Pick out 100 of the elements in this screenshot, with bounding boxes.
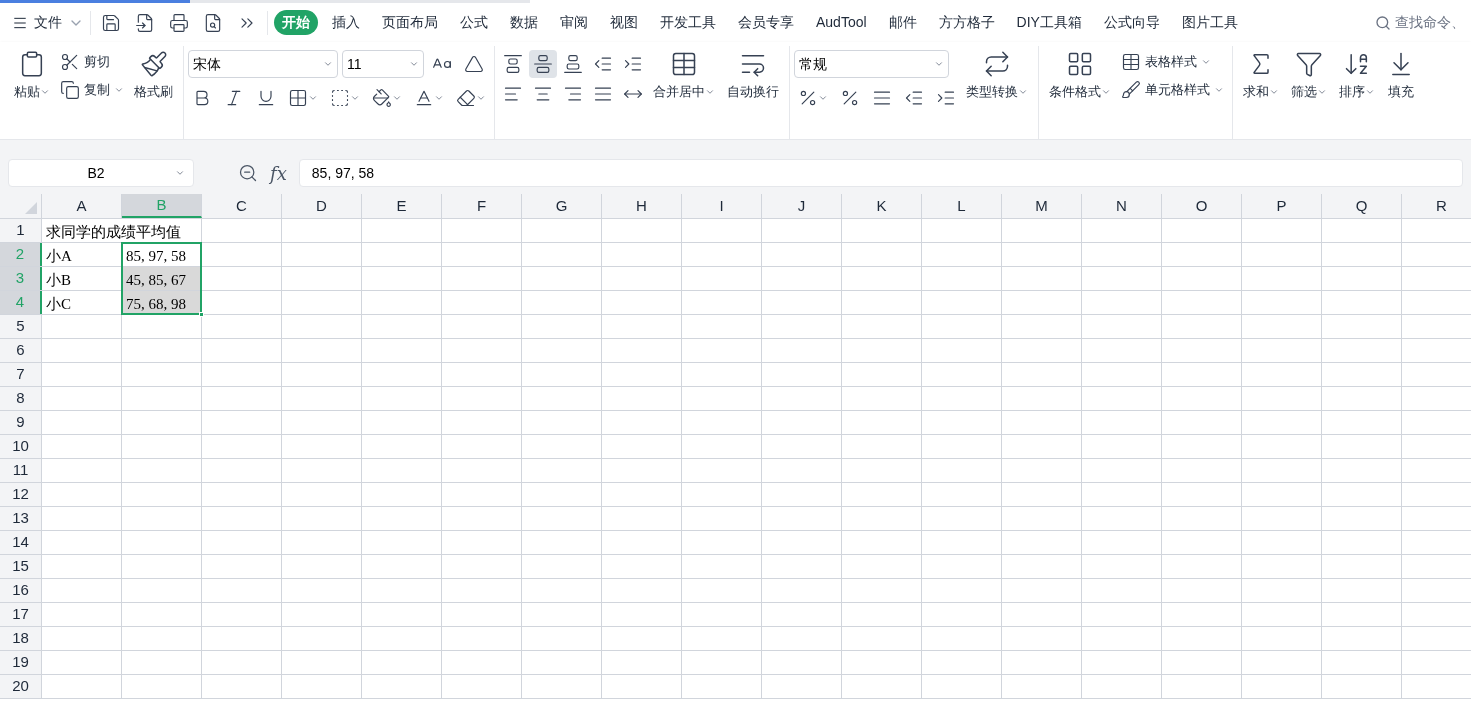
column-header[interactable]: F <box>442 194 522 218</box>
fill-color-icon <box>372 88 392 108</box>
cell-style-icon <box>1121 80 1141 100</box>
row-header[interactable]: 6 <box>0 339 42 362</box>
column-header[interactable]: O <box>1162 194 1242 218</box>
export-icon <box>135 12 155 33</box>
ribbon-tab[interactable]: 开发工具 <box>652 10 724 35</box>
column-header[interactable]: I <box>682 194 762 218</box>
fill-handle[interactable] <box>199 312 204 317</box>
filter-button[interactable]: 筛选 <box>1285 46 1333 106</box>
wrap-text-button[interactable]: 自动换行 <box>721 46 785 106</box>
font-size-field[interactable]: 11 <box>342 50 424 78</box>
copy-icon <box>60 80 80 100</box>
row-header[interactable]: 19 <box>0 651 42 674</box>
cell-text: 45, 85, 67 <box>126 271 186 290</box>
caret-icon <box>323 59 333 69</box>
zoom-icon[interactable] <box>238 163 258 183</box>
alignment-icon <box>503 54 523 74</box>
row-header[interactable]: 10 <box>0 435 42 458</box>
row-header[interactable]: 5 <box>0 315 42 338</box>
ribbon-tab[interactable]: 数据 <box>502 10 546 35</box>
file-menu[interactable]: 文件 <box>12 12 84 33</box>
row-header[interactable]: 14 <box>0 531 42 554</box>
alignment-button[interactable] <box>529 50 557 78</box>
column-header[interactable]: R <box>1402 194 1471 218</box>
caret-icon <box>350 93 360 103</box>
row-header[interactable]: 8 <box>0 387 42 410</box>
ribbon-tab[interactable]: 审阅 <box>552 10 596 35</box>
column-header[interactable]: N <box>1082 194 1162 218</box>
ribbon-tab[interactable]: AudTool <box>808 10 875 35</box>
column-header[interactable]: G <box>522 194 602 218</box>
format-painter-button[interactable]: 格式刷 <box>128 46 179 106</box>
column-header[interactable]: C <box>202 194 282 218</box>
name-box[interactable]: B2 <box>8 159 194 187</box>
row-header[interactable]: 9 <box>0 411 42 434</box>
ribbon-tab[interactable]: 插入 <box>324 10 368 35</box>
caret-icon <box>308 93 318 103</box>
cut-icon <box>60 52 80 72</box>
search-icon <box>1375 14 1391 31</box>
row-header[interactable]: 20 <box>0 675 42 698</box>
number-format-field[interactable]: 常规 <box>794 50 949 78</box>
font-name-field[interactable]: 宋体 <box>188 50 338 78</box>
row-header[interactable]: 15 <box>0 555 42 578</box>
table-style-button[interactable]: 表格样式 <box>1117 50 1228 74</box>
row-header[interactable]: 7 <box>0 363 42 386</box>
filter-icon <box>1295 50 1323 78</box>
column-header[interactable]: P <box>1242 194 1322 218</box>
save-icon <box>101 12 121 33</box>
ribbon-tab[interactable]: 视图 <box>602 10 646 35</box>
column-header[interactable]: M <box>1002 194 1082 218</box>
sort-button[interactable]: 排序 <box>1333 46 1381 106</box>
column-header[interactable]: D <box>282 194 362 218</box>
column-header[interactable]: K <box>842 194 922 218</box>
ribbon-tab[interactable]: DIY工具箱 <box>1008 10 1090 35</box>
formula-field[interactable]: 85, 97, 58 <box>298 159 1463 187</box>
merge-center-button[interactable]: 合并居中 <box>647 46 721 106</box>
clear-icon <box>456 88 476 108</box>
caret-icon <box>934 59 944 69</box>
cell-text: 小C <box>46 295 71 314</box>
caret-icon <box>392 93 402 103</box>
column-header[interactable]: Q <box>1322 194 1402 218</box>
ribbon-tab[interactable]: 页面布局 <box>374 10 446 35</box>
row-header[interactable]: 11 <box>0 459 42 482</box>
alignment-icon <box>533 54 553 74</box>
cell-style-button[interactable]: 单元格样式 <box>1117 78 1228 102</box>
ribbon-tab[interactable]: 公式 <box>452 10 496 35</box>
column-header[interactable]: J <box>762 194 842 218</box>
print-icon <box>169 12 189 33</box>
cell-text: 85, 97, 58 <box>126 247 186 266</box>
copy-button[interactable]: 复制 <box>56 78 128 102</box>
row-header[interactable]: 17 <box>0 603 42 626</box>
fill-button[interactable]: 填充 <box>1381 46 1421 106</box>
row-header[interactable]: 16 <box>0 579 42 602</box>
underline-icon <box>256 88 276 108</box>
conditional-format-button[interactable]: 条件格式 <box>1043 46 1117 106</box>
merge-center-icon <box>670 50 698 78</box>
row-header[interactable]: 1 <box>0 219 42 242</box>
cell-style-icon <box>330 88 350 108</box>
cut-button[interactable]: 剪切 <box>56 50 128 74</box>
row-header[interactable]: 18 <box>0 627 42 650</box>
row-header[interactable]: 12 <box>0 483 42 506</box>
sum-button[interactable]: 求和 <box>1237 46 1285 106</box>
function-label[interactable]: fx <box>270 159 287 187</box>
ribbon-tab[interactable]: 图片工具 <box>1173 10 1246 35</box>
column-header[interactable]: H <box>602 194 682 218</box>
caret-icon <box>434 93 444 103</box>
ribbon-tab[interactable]: 邮件 <box>880 10 925 35</box>
convert-type-button[interactable]: 类型转换 <box>960 46 1034 106</box>
print-preview-icon <box>203 12 223 33</box>
ribbon-tab[interactable]: 方方格子 <box>930 10 1003 35</box>
ribbon-tab[interactable]: 会员专享 <box>730 10 802 35</box>
paste-button[interactable]: 粘贴 <box>8 46 56 106</box>
column-header[interactable]: E <box>362 194 442 218</box>
borders-icon <box>288 88 308 108</box>
row-header[interactable]: 13 <box>0 507 42 530</box>
cell-text: 小B <box>46 271 71 290</box>
caret-icon <box>114 85 124 95</box>
column-header[interactable]: L <box>922 194 1002 218</box>
ribbon-tab[interactable]: 公式向导 <box>1095 10 1168 35</box>
search-field[interactable]: 查找命令、 <box>1375 12 1471 33</box>
